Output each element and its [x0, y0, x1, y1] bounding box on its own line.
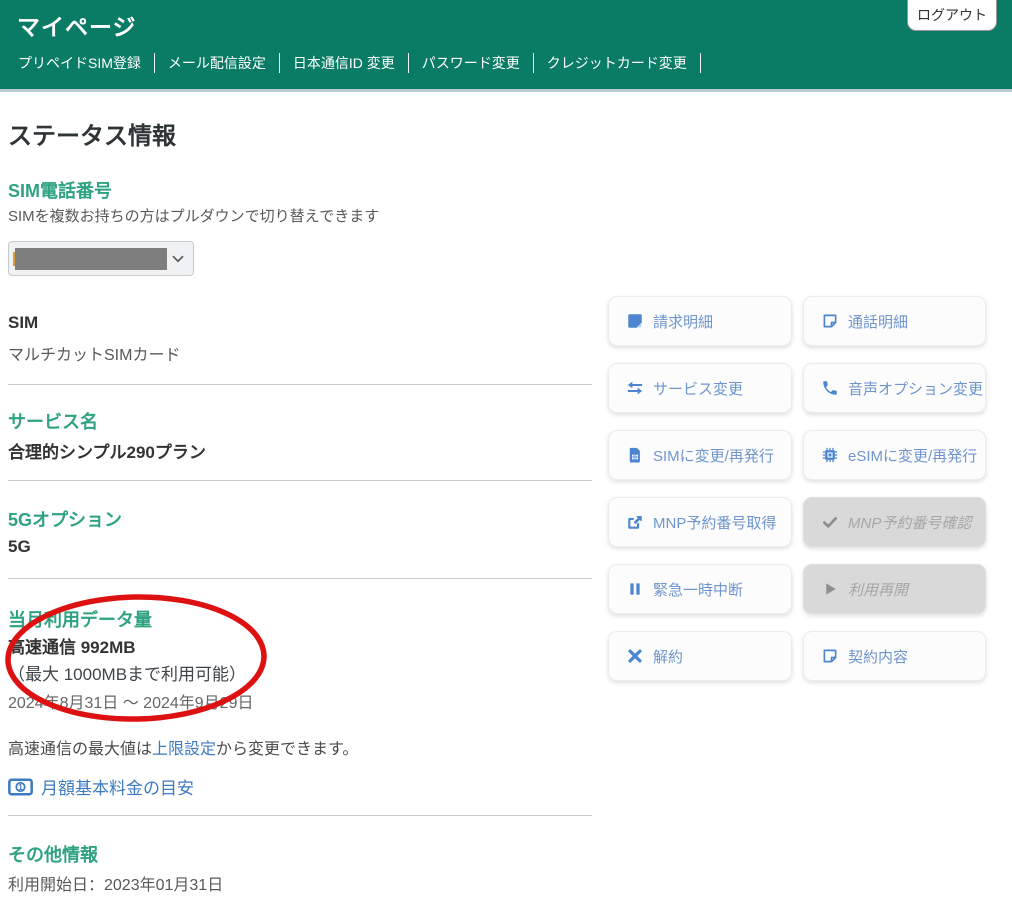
sim-phone-heading: SIM電話番号	[8, 181, 113, 201]
service-value: 合理的シンプル290プラン	[8, 443, 206, 462]
sim-change-reissue-button[interactable]: SIMに変更/再発行	[608, 430, 792, 480]
emergency-suspend-button[interactable]: 緊急一時中断	[608, 564, 792, 614]
play-icon	[826, 583, 836, 595]
option-5g-value: 5G	[8, 537, 31, 556]
check-icon	[823, 517, 837, 528]
redacted-phone-number	[15, 248, 167, 270]
sim-phone-select[interactable]	[8, 241, 194, 276]
service-change-button[interactable]: サービス変更	[608, 363, 792, 413]
mypage-screen: マイページ プリペイドSIM登録 メール配信設定 日本通信ID 変更 パスワード…	[0, 0, 1012, 899]
voice-option-change-button[interactable]: 音声オプション変更	[803, 363, 986, 413]
close-icon	[628, 649, 642, 663]
mnp-number-get-button[interactable]: MNP予約番号取得	[608, 497, 792, 547]
page-title: ステータス情報	[8, 123, 176, 150]
limit-note-after: から変更できます。	[216, 741, 359, 758]
sim-card-icon	[629, 447, 640, 463]
monthly-fee-link-label: 月額基本料金の目安	[41, 779, 194, 798]
cancel-contract-button[interactable]: 解約	[608, 631, 792, 681]
contract-note-icon	[823, 649, 837, 663]
contract-detail-button[interactable]: 契約内容	[803, 631, 986, 681]
nav-id-change[interactable]: 日本通信ID 変更	[293, 53, 409, 73]
header-bar: マイページ プリペイドSIM登録 メール配信設定 日本通信ID 変更 パスワード…	[0, 0, 1012, 92]
data-usage-value: 高速通信 992MB	[8, 638, 136, 657]
sim-value: マルチカットSIMカード	[8, 347, 181, 364]
resume-use-button: 利用再開	[803, 564, 986, 614]
money-bill-icon: 1	[8, 777, 33, 796]
nav-mail-settings[interactable]: メール配信設定	[168, 53, 280, 73]
nav-prepaid-sim-register[interactable]: プリペイドSIM登録	[18, 53, 155, 73]
option-5g-heading: 5Gオプション	[8, 510, 123, 530]
header-nav: プリペイドSIM登録 メール配信設定 日本通信ID 変更 パスワード変更 クレジ…	[18, 53, 714, 73]
section-divider	[8, 480, 592, 481]
sim-phone-description: SIMを複数お持ちの方はプルダウンで切り替えできます	[8, 208, 380, 225]
sim-label: SIM	[8, 313, 39, 332]
other-info-heading: その他情報	[8, 845, 98, 865]
share-icon	[628, 516, 642, 529]
data-usage-limit-note: （最大 1000MBまで利用可能）	[8, 665, 247, 684]
esim-change-reissue-button[interactable]: eSIMに変更/再発行	[803, 430, 986, 480]
limit-note-before: 高速通信の最大値は	[8, 741, 153, 758]
nav-credit-card-change[interactable]: クレジットカード変更	[547, 53, 701, 73]
svg-text:1: 1	[18, 782, 23, 791]
mnp-number-confirm-button: MNP予約番号確認	[803, 497, 986, 547]
billing-detail-button[interactable]: 請求明細	[608, 296, 792, 346]
call-note-icon	[823, 314, 837, 328]
call-detail-button[interactable]: 通話明細	[803, 296, 986, 346]
service-heading: サービス名	[8, 412, 98, 432]
logout-button[interactable]: ログアウト	[907, 0, 997, 31]
phone-icon	[823, 381, 837, 395]
exchange-icon	[627, 381, 643, 395]
service-start-date: 利用開始日：2023年01月31日	[8, 877, 224, 894]
data-usage-period: 2024年8月31日 ～ 2024年9月29日	[8, 695, 254, 712]
limit-setting-note: 高速通信の最大値は上限設定から変更できます。	[8, 735, 358, 759]
section-divider	[8, 815, 592, 816]
billing-note-icon	[628, 314, 642, 328]
chevron-down-icon	[172, 255, 184, 263]
limit-setting-link[interactable]: 上限設定	[152, 741, 216, 758]
action-button-grid: 請求明細 通話明細 サービス変更 音声オプション変更 SIMに変更/再発行 eS…	[608, 296, 986, 681]
data-usage-heading: 当月利用データ量	[8, 610, 152, 630]
nav-password-change[interactable]: パスワード変更	[422, 53, 534, 73]
monthly-fee-link[interactable]: 1 月額基本料金の目安	[8, 774, 194, 799]
section-divider	[8, 578, 592, 579]
chip-icon	[822, 447, 838, 463]
app-title: マイページ	[17, 14, 137, 40]
pause-icon	[630, 583, 640, 595]
section-divider	[8, 384, 592, 385]
